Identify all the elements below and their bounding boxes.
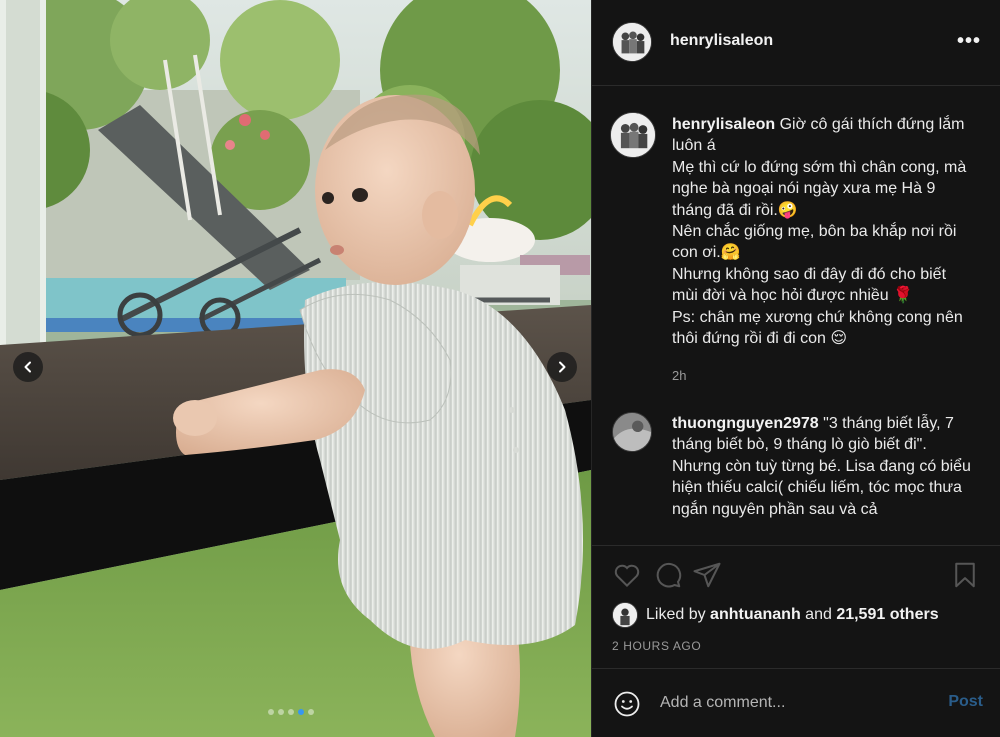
likes-and: and [800, 606, 837, 623]
carousel-dot [278, 709, 284, 715]
post-username[interactable]: henrylisaleon [670, 32, 773, 50]
family-photo-avatar [611, 113, 655, 157]
family-photo-avatar [613, 23, 651, 61]
save-button[interactable] [950, 560, 980, 590]
comment-icon [656, 562, 682, 588]
post-caption: henrylisaleon Giờ cô gái thích đứng lắm … [672, 114, 972, 349]
paper-plane-icon [693, 562, 721, 588]
action-bar [592, 545, 1000, 605]
instagram-post-modal: henrylisaleon ••• henrylisaleon Giờ cô g… [0, 0, 1000, 737]
carousel-dot [308, 709, 314, 715]
photo-baby-standing [0, 0, 591, 737]
carousel-next-button[interactable] [547, 352, 577, 382]
carousel-dot [288, 709, 294, 715]
likes-text: Liked by anhtuananh and 21,591 others [646, 606, 939, 624]
heart-icon [614, 564, 640, 588]
liker-username[interactable]: anhtuananh [710, 606, 801, 623]
commenter-avatar[interactable] [612, 412, 652, 452]
comment-button[interactable] [653, 560, 683, 590]
post-header: henrylisaleon ••• [592, 0, 1000, 86]
post-photo [0, 0, 591, 737]
like-button[interactable] [612, 560, 642, 590]
likes-count[interactable]: 21,591 others [836, 606, 938, 623]
carousel-prev-button[interactable] [13, 352, 43, 382]
caption-username[interactable]: henrylisaleon [672, 116, 775, 133]
emoji-button[interactable] [614, 691, 640, 717]
profile-avatar[interactable] [612, 22, 652, 62]
comment-username[interactable]: thuongnguyen2978 [672, 415, 819, 432]
carousel-dot [268, 709, 274, 715]
liker-avatar-wrap [612, 602, 638, 628]
caption-avatar[interactable] [610, 112, 656, 158]
comment-input[interactable] [660, 689, 920, 717]
post-comment-button[interactable]: Post [948, 693, 983, 711]
carousel-indicator [268, 709, 314, 715]
more-options-button[interactable]: ••• [957, 30, 981, 53]
likes-summary: Liked by anhtuananh and 21,591 others [612, 601, 939, 629]
liker-photo-avatar [613, 603, 637, 627]
commenter-photo-avatar [613, 413, 651, 451]
smiley-icon [614, 691, 640, 717]
bookmark-icon [955, 562, 975, 588]
likes-prefix: Liked by [646, 606, 711, 623]
post-timestamp[interactable]: 2 HOURS AGO [612, 639, 701, 653]
liker-avatar[interactable] [612, 602, 638, 628]
chevron-left-icon [24, 361, 31, 373]
comment-item: thuongnguyen2978 "3 tháng biết lẫy, 7 th… [672, 413, 972, 539]
post-side-panel: henrylisaleon ••• henrylisaleon Giờ cô g… [591, 0, 1000, 737]
share-button[interactable] [692, 560, 722, 590]
add-comment-bar: Post [592, 668, 1000, 737]
caption-time[interactable]: 2h [672, 368, 686, 383]
carousel-dot [298, 709, 304, 715]
caption-text: Giờ cô gái thích đứng lắm luôn á Mẹ thì c… [672, 116, 967, 348]
chevron-right-icon [559, 361, 566, 373]
